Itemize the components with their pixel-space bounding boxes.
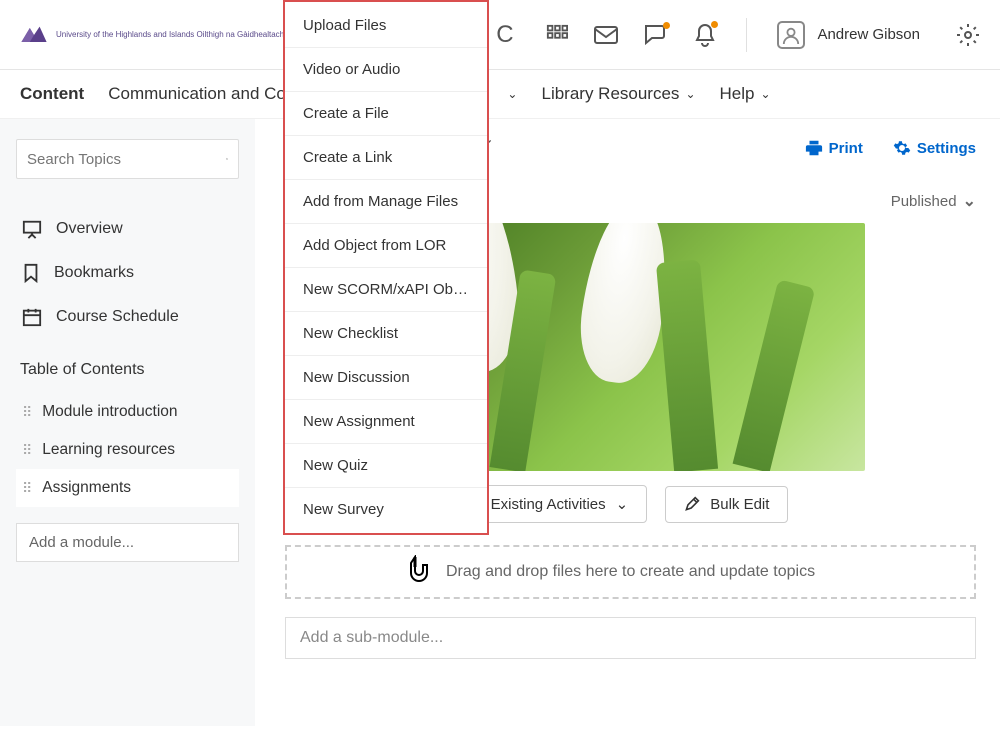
chevron-down-icon: ⌄ xyxy=(507,87,517,101)
search-icon[interactable] xyxy=(226,150,228,168)
existing-activities-button[interactable]: Existing Activities ⌄ xyxy=(472,485,648,523)
upload-create-menu: Upload Files Video or Audio Create a Fil… xyxy=(283,0,489,535)
chevron-down-icon: ⌄ xyxy=(616,495,629,513)
menu-new-scorm[interactable]: New SCORM/xAPI Object xyxy=(285,268,487,312)
course-nav: Content Communication and Coll ⌄ Library… xyxy=(0,70,1000,119)
add-sub-module-input[interactable]: Add a sub-module... xyxy=(285,617,976,659)
chevron-down-icon: ⌄ xyxy=(760,87,770,101)
username: Andrew Gibson xyxy=(817,26,920,43)
menu-new-quiz[interactable]: New Quiz xyxy=(285,444,487,488)
bookmark-icon xyxy=(22,263,40,283)
print-icon xyxy=(805,139,823,157)
menu-create-file[interactable]: Create a File xyxy=(285,92,487,136)
user-menu[interactable]: Andrew Gibson xyxy=(777,21,920,49)
sidebar-schedule[interactable]: Course Schedule xyxy=(16,295,239,339)
divider xyxy=(746,18,747,52)
sidebar-overview[interactable]: Overview xyxy=(16,207,239,251)
avatar xyxy=(777,21,805,49)
menu-add-lor[interactable]: Add Object from LOR xyxy=(285,224,487,268)
nav-communication[interactable]: Communication and Coll xyxy=(108,84,293,104)
menu-upload-files[interactable]: Upload Files xyxy=(285,4,487,48)
nav-hidden-chevron[interactable]: ⌄ xyxy=(507,87,517,101)
print-button[interactable]: Print xyxy=(805,139,863,157)
drag-handle-icon[interactable]: ⠿ xyxy=(22,405,30,419)
nav-library[interactable]: Library Resources ⌄ xyxy=(541,84,695,104)
toc-learning-resources[interactable]: ⠿ Learning resources xyxy=(16,431,239,469)
menu-new-assignment[interactable]: New Assignment xyxy=(285,400,487,444)
menu-video-audio[interactable]: Video or Audio xyxy=(285,48,487,92)
mail-icon[interactable] xyxy=(594,25,618,45)
chevron-down-icon: ⌄ xyxy=(685,87,695,101)
logo-icon xyxy=(20,23,48,47)
settings-button[interactable]: Settings xyxy=(893,139,976,157)
gear-icon[interactable] xyxy=(956,23,980,47)
drag-handle-icon[interactable]: ⠿ xyxy=(22,443,30,457)
nav-help[interactable]: Help ⌄ xyxy=(720,84,771,104)
add-module-input[interactable]: Add a module... xyxy=(16,523,239,562)
app-header: University of the Highlands and Islands … xyxy=(0,0,1000,70)
search-topics[interactable] xyxy=(16,139,239,179)
messages-icon[interactable] xyxy=(644,24,668,46)
toc-module-introduction[interactable]: ⠿ Module introduction xyxy=(16,393,239,431)
bulk-edit-button[interactable]: Bulk Edit xyxy=(665,486,788,523)
chevron-down-icon: ⌄ xyxy=(963,191,976,211)
search-input[interactable] xyxy=(27,151,226,168)
publish-status[interactable]: Published ⌄ xyxy=(891,191,976,211)
menu-new-checklist[interactable]: New Checklist xyxy=(285,312,487,356)
alerts-icon[interactable] xyxy=(694,23,716,47)
toc-assignments[interactable]: ⠿ Assignments xyxy=(16,469,239,507)
gear-icon xyxy=(893,139,911,157)
menu-add-manage-files[interactable]: Add from Manage Files xyxy=(285,180,487,224)
nav-content[interactable]: Content xyxy=(20,84,84,104)
content-sidebar: Overview Bookmarks Course Schedule Table… xyxy=(0,119,255,726)
drag-handle-icon[interactable]: ⠿ xyxy=(22,481,30,495)
apps-icon[interactable] xyxy=(546,24,568,46)
calendar-icon xyxy=(22,307,42,327)
presentation-icon xyxy=(22,219,42,239)
toc-heading[interactable]: Table of Contents xyxy=(20,361,239,379)
menu-new-survey[interactable]: New Survey xyxy=(285,488,487,531)
menu-new-discussion[interactable]: New Discussion xyxy=(285,356,487,400)
pencil-icon xyxy=(684,496,700,512)
sidebar-bookmarks[interactable]: Bookmarks xyxy=(16,251,239,295)
menu-create-link[interactable]: Create a Link xyxy=(285,136,487,180)
file-drop-zone[interactable]: Drag and drop files here to create and u… xyxy=(285,545,976,599)
